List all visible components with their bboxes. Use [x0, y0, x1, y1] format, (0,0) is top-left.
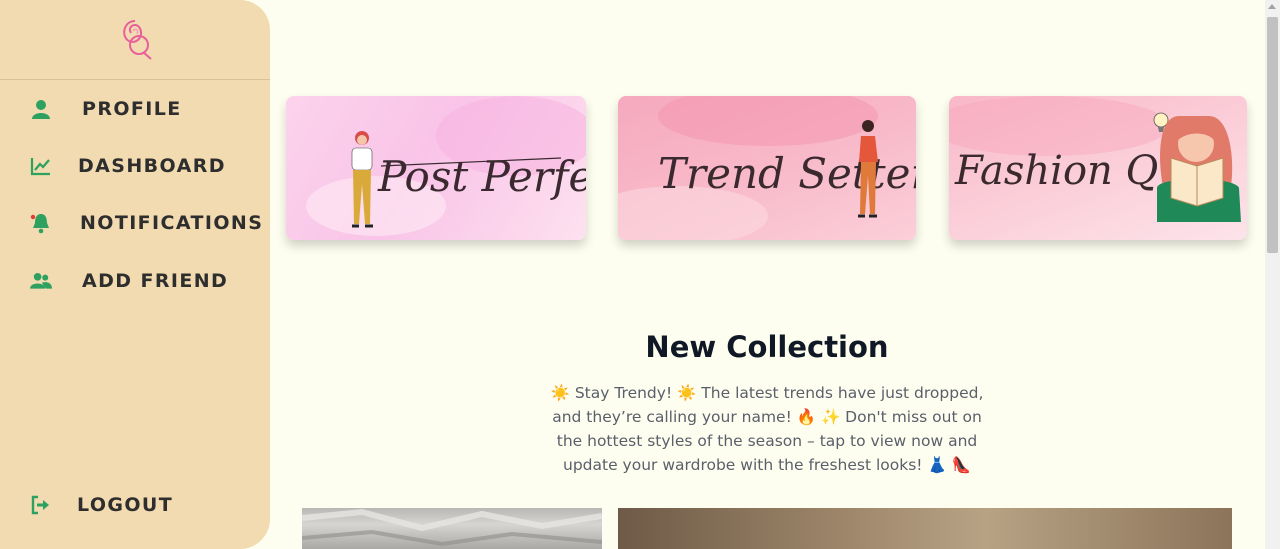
sidebar: PROFILE DASHBOARD NOTIFICATIONS ADD FRIE… [0, 0, 270, 549]
logout-label: LOGOUT [77, 494, 174, 516]
logo-area [0, 0, 270, 80]
fashion-quiz-illustration: Fashion Quiz [949, 96, 1241, 222]
banner-post-perfect[interactable]: Post Perfect [286, 96, 586, 240]
sidebar-item-profile[interactable]: PROFILE [30, 98, 182, 120]
product-image[interactable] [302, 508, 602, 549]
scrollbar[interactable] [1265, 0, 1280, 549]
section-title: New Collection [645, 330, 889, 364]
logout-button[interactable]: LOGOUT [30, 494, 173, 516]
section-description: ☀️ Stay Trendy! ☀️ The latest trends hav… [550, 384, 984, 474]
sidebar-item-add-friend[interactable]: ADD FRIEND [30, 270, 228, 292]
scrollbar-thumb[interactable] [1267, 17, 1278, 253]
banner-trend-setter[interactable]: Trend Setter [618, 96, 916, 240]
scroll-up-arrow-icon[interactable] [1268, 4, 1276, 9]
user-icon [30, 98, 52, 120]
brand-logo[interactable] [115, 15, 155, 65]
sidebar-item-label: DASHBOARD [78, 155, 226, 177]
sidebar-item-label: NOTIFICATIONS [80, 212, 264, 234]
sidebar-item-notifications[interactable]: NOTIFICATIONS [30, 212, 263, 234]
reading-girl-icon [1157, 116, 1241, 222]
woman-figure-icon [858, 120, 878, 218]
trend-setter-illustration: Trend Setter [618, 96, 916, 240]
logout-icon [30, 494, 52, 516]
fabric-image [302, 508, 602, 547]
chart-line-icon [30, 155, 52, 177]
sidebar-item-dashboard[interactable]: DASHBOARD [30, 155, 226, 177]
bell-icon [30, 212, 52, 234]
banner-fashion-quiz[interactable]: Fashion Quiz [949, 96, 1247, 240]
product-image[interactable] [618, 508, 1232, 549]
banner-title: Post Perfect [377, 152, 586, 201]
sidebar-item-label: PROFILE [82, 98, 182, 120]
post-perfect-illustration: Post Perfect [306, 96, 586, 236]
users-icon [30, 270, 52, 292]
sidebar-item-label: ADD FRIEND [82, 270, 229, 292]
